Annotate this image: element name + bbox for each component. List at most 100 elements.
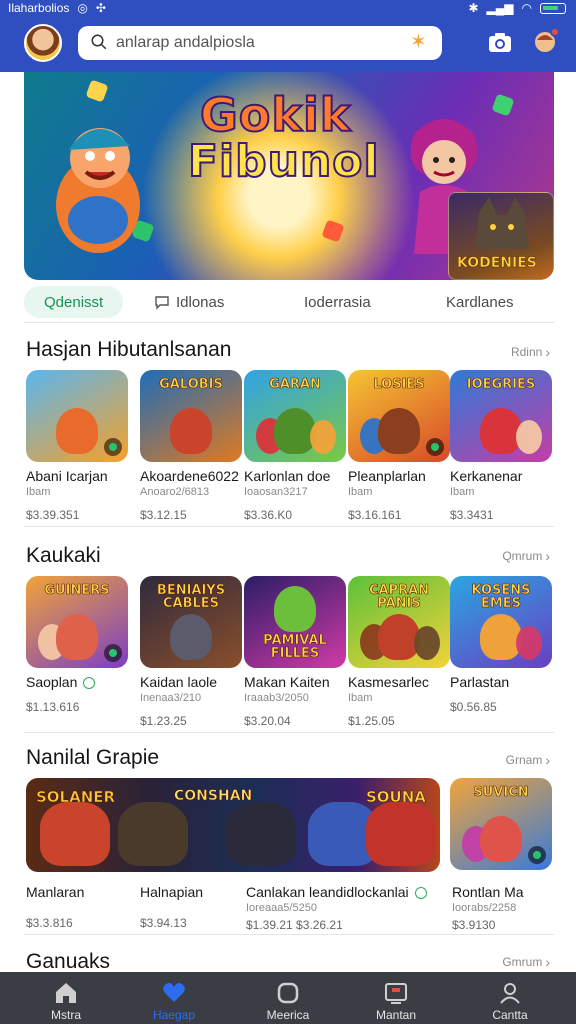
nav-games[interactable]: Haegap — [134, 980, 214, 1022]
app-card[interactable]: KOSENS EMES Parlastan $0.56.85 — [450, 576, 554, 714]
see-all-link[interactable]: Qmrum — [502, 548, 550, 564]
tab-featured[interactable]: Qdenisst — [24, 286, 124, 318]
app-thumbnail[interactable]: LOSIES — [348, 370, 450, 462]
verified-icon — [104, 644, 122, 662]
app-title: Manlaran — [26, 884, 85, 900]
featured-wide-banner[interactable]: SOLANER CONSHAN SOUNA — [26, 778, 440, 872]
app-card[interactable]: PAMIVAL FILLES Makan Kaiten Iraaab3/2050… — [244, 576, 348, 728]
app-title: Parlastan — [450, 674, 510, 690]
app-price: $3.36.K0 — [244, 508, 293, 522]
app-card[interactable]: IOEGRIES Kerkanenar Ibam $3.3431 — [450, 370, 554, 522]
app-title: Abani Icarjan — [26, 468, 108, 484]
app-thumbnail[interactable]: PAMIVAL FILLES — [244, 576, 346, 668]
signal-icon: ▂▄▆ — [486, 1, 514, 15]
nav-home-label: Mstra — [51, 1008, 81, 1022]
app-subtitle: Ibam — [26, 486, 51, 498]
gem-decoration — [85, 79, 109, 103]
status-bar: Ilaharbolios ◎ ✣ ✱ ▂▄▆ ◠ — [0, 0, 576, 16]
app-thumbnail[interactable] — [26, 370, 128, 462]
app-thumbnail[interactable]: GARAN — [244, 370, 346, 462]
tab-kids[interactable]: Kardlanes — [446, 286, 514, 318]
character-art — [56, 408, 98, 454]
tab-categories-label: Ioderrasia — [304, 293, 371, 311]
app-title: Makan Kaiten — [244, 674, 330, 690]
hero-inset-thumbnail[interactable]: KODENIES — [448, 192, 554, 280]
nav-profile[interactable]: Cantta — [470, 980, 550, 1022]
nav-apps-label: Meerica — [266, 1008, 310, 1022]
character-art — [274, 586, 316, 632]
tab-popular-label: Idlonas — [176, 293, 225, 311]
hero-inset-label: KODENIES — [457, 255, 537, 272]
divider — [24, 934, 554, 935]
wifi-icon: ◠ — [521, 1, 532, 15]
app-thumbnail[interactable]: GUINERS — [26, 576, 128, 668]
app-subtitle: Ioaosan3217 — [244, 486, 308, 498]
see-all-link[interactable]: Grnam — [506, 752, 550, 768]
character-art — [378, 408, 420, 454]
home-icon — [56, 983, 76, 1003]
app-art-text: PAMIVAL FILLES — [263, 633, 327, 661]
app-title: Kerkanenar — [450, 468, 523, 484]
nav-books-label: Mantan — [375, 1008, 417, 1022]
app-card[interactable]: GARAN Karlonlan doe Ioaosan3217 $3.36.K0 — [244, 370, 348, 522]
avatar[interactable] — [24, 24, 62, 62]
character-art — [118, 802, 188, 866]
verified-icon — [426, 438, 444, 456]
app-card[interactable]: CAPRAN PANIS Kasmesarlec Ibam $1.25.05 — [348, 576, 452, 728]
app-card-info[interactable]: Rontlan Ma Ioorabs/2258 $3.9130 — [452, 878, 556, 932]
nav-books[interactable]: Mantan — [356, 980, 436, 1022]
app-thumbnail[interactable]: SUVICN — [450, 778, 552, 870]
app-subtitle: Ibam — [348, 486, 373, 498]
app-card[interactable]: Abani Icarjan Ibam $3.39.351 — [26, 370, 130, 522]
sparkle-icon[interactable]: ✶ — [410, 32, 430, 52]
search-bar[interactable]: anlarap andalpiosla ✶ — [78, 26, 442, 60]
app-card[interactable]: SUVICN — [450, 778, 554, 870]
nav-games-label: Haegap — [152, 1008, 196, 1022]
app-card[interactable]: BENIAIYS CABLES Kaidan laole Inenaa3/210… — [140, 576, 244, 728]
app-art-text: GALOBIS — [159, 377, 223, 392]
app-thumbnail[interactable]: CAPRAN PANIS — [348, 576, 450, 668]
app-price: $3.3431 — [450, 508, 494, 522]
app-thumbnail[interactable]: GALOBIS — [140, 370, 242, 462]
hero-banner[interactable]: Gokik Fibunol KODENIES — [24, 72, 554, 280]
app-price: $3.39.351 — [26, 508, 80, 522]
app-thumbnail[interactable]: BENIAIYS CABLES — [140, 576, 242, 668]
app-card-info[interactable]: Canlakan leandidlockanlai Ioreaaa5/5250 … — [246, 878, 442, 932]
app-title: Rontlan Ma — [452, 884, 524, 900]
app-subtitle: Ioorabs/2258 — [452, 902, 517, 914]
nav-home[interactable]: Mstra — [26, 980, 106, 1022]
app-card-info[interactable]: Halnapian $3.94.13 — [140, 878, 244, 930]
verified-icon — [528, 846, 546, 864]
divider — [24, 322, 554, 323]
app-price: $0.56.85 — [450, 700, 497, 714]
camera-icon[interactable] — [488, 32, 512, 54]
search-placeholder[interactable]: anlarap andalpiosla — [116, 34, 255, 52]
section-title: Kaukaki — [26, 544, 101, 567]
app-art-text: LOSIES — [373, 377, 425, 392]
tab-categories[interactable]: Ioderrasia — [304, 286, 371, 318]
bottom-navigation: Mstra Haegap Meerica Mantan Cantta — [0, 972, 576, 1024]
app-subtitle: Iraaab3/2050 — [244, 692, 309, 704]
notification-dot — [550, 27, 560, 37]
app-card-info[interactable]: Manlaran $3.3.816 — [26, 878, 136, 930]
app-art-text: GUINERS — [44, 583, 110, 598]
app-price: $3.94.13 — [140, 916, 187, 930]
nav-apps[interactable]: Meerica — [248, 980, 328, 1022]
chat-icon — [155, 296, 169, 310]
app-thumbnail[interactable]: IOEGRIES — [450, 370, 552, 462]
tab-popular[interactable]: Idlonas — [154, 286, 224, 318]
character-art — [170, 408, 212, 454]
app-card[interactable]: GUINERS Saoplan $1.13.616 — [26, 576, 130, 714]
app-card[interactable]: GALOBIS Akoardene6022 Anoaro2/6813 $3.12… — [140, 370, 244, 522]
verified-icon — [104, 438, 122, 456]
notification-avatar[interactable] — [534, 27, 560, 54]
nav-profile-label: Cantta — [492, 1008, 528, 1022]
see-all-link[interactable]: Gmrum — [502, 954, 550, 970]
app-thumbnail[interactable]: KOSENS EMES — [450, 576, 552, 668]
app-subtitle: Ibam — [450, 486, 475, 498]
see-all-link[interactable]: Rdinn — [511, 344, 550, 360]
settings-icon: ✣ — [95, 1, 106, 15]
heart-icon — [163, 983, 185, 1002]
character-art — [310, 420, 336, 454]
app-card[interactable]: LOSIES Pleanplarlan Ibam $3.16.161 — [348, 370, 452, 522]
